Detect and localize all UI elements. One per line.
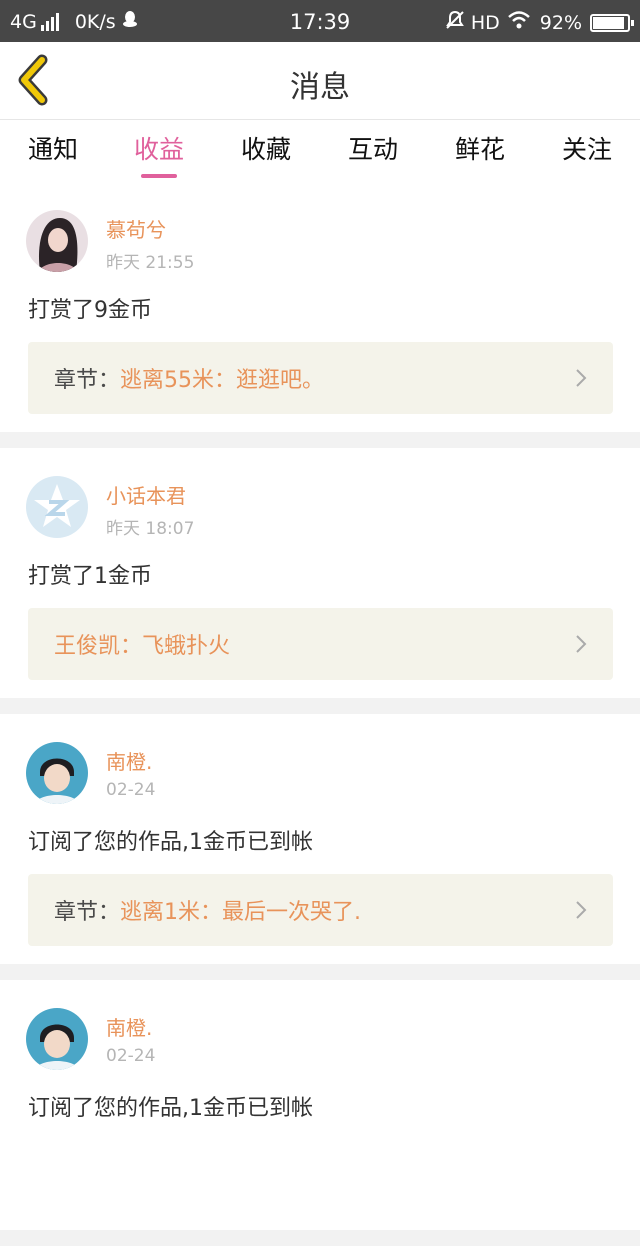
chapter-link[interactable]: 章节： 逃离1米：最后一次哭了. (28, 874, 613, 946)
user-name[interactable]: 慕茍兮 (106, 214, 166, 243)
tab-label: 收藏 (240, 135, 291, 164)
avatar[interactable] (26, 742, 88, 804)
message-list: 慕茍兮 昨天 21:55 打赏了9金币 章节： 逃离55米：逛逛吧。 小话本君 … (0, 182, 640, 1246)
quote-text: 逃离1米：最后一次哭了. (120, 900, 362, 925)
avatar[interactable] (26, 210, 88, 272)
user-name[interactable]: 南橙. (106, 746, 152, 775)
tab-notifications[interactable]: 通知 (0, 130, 106, 166)
quote-prefix: 章节： (54, 900, 121, 925)
message-time: 02-24 (106, 1046, 156, 1066)
tab-earnings[interactable]: 收益 (106, 130, 212, 178)
tab-label: 鲜花 (454, 135, 505, 164)
message-text: 订阅了您的作品,1金币已到帐 (28, 830, 313, 855)
quote-text: 王俊凯：飞蛾扑火 (54, 634, 231, 659)
chevron-right-icon (576, 901, 587, 919)
tab-following[interactable]: 关注 (534, 130, 640, 166)
work-link[interactable]: 王俊凯：飞蛾扑火 (28, 608, 613, 680)
status-bar: 4G 0K/s 17:39 HD 92% (0, 0, 640, 42)
tab-interactions[interactable]: 互动 (320, 130, 426, 166)
tab-label: 互动 (347, 135, 398, 164)
message-text: 打赏了9金币 (28, 298, 152, 323)
chevron-right-icon (576, 635, 587, 653)
message-text: 订阅了您的作品,1金币已到帐 (28, 1096, 313, 1121)
tab-label: 收益 (133, 135, 184, 164)
chevron-right-icon (576, 369, 587, 387)
status-right: HD 92% (445, 10, 634, 35)
user-name[interactable]: 南橙. (106, 1012, 152, 1041)
message-card: 南橙. 02-24 订阅了您的作品,1金币已到帐 章节： 逃离1米：最后一次哭了… (0, 714, 640, 964)
tab-bar: 通知 收益 收藏 互动 鲜花 关注 (0, 120, 640, 182)
chapter-link[interactable]: 章节： 逃离55米：逛逛吧。 (28, 342, 613, 414)
message-card: 南橙. 02-24 订阅了您的作品,1金币已到帐 (0, 980, 640, 1230)
chevron-left-icon (18, 54, 48, 106)
wifi-icon (507, 11, 530, 34)
message-time: 昨天 18:07 (106, 519, 195, 539)
avatar[interactable] (26, 476, 88, 538)
clock: 17:39 (289, 10, 351, 34)
message-text: 打赏了1金币 (28, 564, 152, 589)
battery-percent: 92% (539, 11, 582, 34)
tab-label: 通知 (27, 135, 78, 164)
back-button[interactable] (14, 54, 58, 106)
battery-icon (590, 13, 634, 32)
message-card: 小话本君 昨天 18:07 打赏了1金币 王俊凯：飞蛾扑火 (0, 448, 640, 698)
quote-text: 逃离55米：逛逛吧。 (120, 368, 325, 393)
header-bar: 消息 (0, 42, 640, 120)
hd-label: HD (470, 11, 500, 34)
message-card: 慕茍兮 昨天 21:55 打赏了9金币 章节： 逃离55米：逛逛吧。 (0, 182, 640, 432)
tab-favorites[interactable]: 收藏 (213, 130, 319, 166)
tab-flowers[interactable]: 鲜花 (427, 130, 533, 166)
mute-icon (445, 10, 465, 35)
quote-prefix: 章节： (54, 368, 121, 393)
avatar[interactable] (26, 1008, 88, 1070)
page-title: 消息 (290, 70, 350, 105)
message-time: 02-24 (106, 780, 156, 800)
message-time: 昨天 21:55 (106, 253, 195, 273)
user-name[interactable]: 小话本君 (106, 480, 186, 509)
tab-active-indicator (141, 174, 177, 178)
tab-label: 关注 (561, 135, 612, 164)
